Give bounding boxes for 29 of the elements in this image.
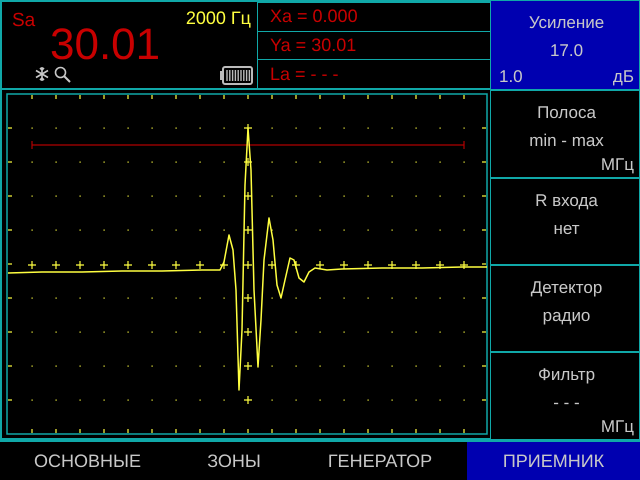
amplitude-readout: 30.01 (50, 20, 160, 70)
parameter-panel[interactable]: Усиление 17.0 1.0 дБ (490, 0, 640, 90)
parameter-value: радио (542, 305, 590, 327)
unit-label: МГц (600, 155, 634, 175)
menu-tab[interactable]: ОСНОВНЫЕ (0, 442, 175, 480)
parameter-panel[interactable]: Полоса min - max МГц (490, 90, 640, 178)
parameter-title: Полоса (537, 102, 596, 124)
parameter-value: 17.0 (550, 40, 584, 62)
battery-icon (220, 66, 253, 85)
frequency-readout: 2000 Гц (186, 8, 251, 29)
parameter-panel[interactable]: Фильтр - - - МГц (490, 352, 640, 440)
snowflake-icon (34, 66, 50, 82)
parameter-panel[interactable]: Детектор радио (490, 265, 640, 352)
parameter-panel[interactable]: R входа нет (490, 178, 640, 265)
unit-label: МГц (600, 417, 634, 437)
channel-label: Sa (12, 10, 36, 32)
parameter-value: - - - (553, 392, 580, 414)
parameter-title: Детектор (530, 277, 602, 299)
step-value: 1.0 (499, 67, 523, 87)
menu-tab[interactable]: ГЕНЕРАТОР (293, 442, 467, 480)
menu-tab[interactable]: ПРИЕМНИК (467, 442, 640, 480)
parameter-value: нет (553, 218, 580, 240)
menu-tab[interactable]: ЗОНЫ (175, 442, 293, 480)
parameter-title: Усиление (528, 12, 604, 34)
unit-label: дБ (612, 67, 634, 87)
parameter-value: min - max (529, 130, 604, 152)
parameter-title: Фильтр (538, 364, 596, 386)
parameter-title: R входа (535, 190, 598, 212)
magnifier-icon (54, 66, 71, 83)
